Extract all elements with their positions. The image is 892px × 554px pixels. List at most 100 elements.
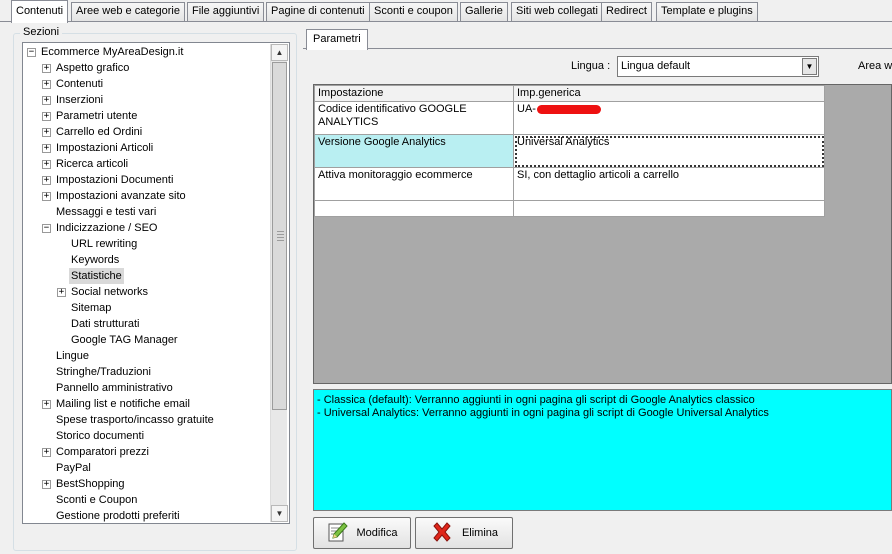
- tree-item[interactable]: Lingue: [23, 348, 269, 364]
- tree-item[interactable]: + BestShopping: [23, 476, 269, 492]
- expand-plus-icon[interactable]: +: [42, 480, 51, 489]
- tree-item-label: Parametri utente: [56, 110, 138, 122]
- scroll-thumb[interactable]: [272, 62, 287, 410]
- value-cell[interactable]: SI, con dettaglio articoli a carrello: [513, 167, 825, 201]
- tab-redirect[interactable]: Redirect: [601, 2, 652, 21]
- tab-template-e-plugins[interactable]: Template e plugins: [656, 2, 758, 21]
- description-box: - Classica (default): Verranno aggiunti …: [313, 389, 892, 511]
- tree-item-label: Stringhe/Traduzioni: [56, 366, 151, 378]
- collapse-minus-icon[interactable]: −: [42, 224, 51, 233]
- tree-item-label: Contenuti: [56, 78, 104, 90]
- settings-grid-area: Impostazione Imp.generica Codice identif…: [313, 84, 892, 384]
- tree-item[interactable]: − Ecommerce MyAreaDesign.it: [23, 44, 269, 60]
- tree-item[interactable]: PayPal: [23, 460, 269, 476]
- parametri-tabstrip: [303, 28, 892, 49]
- tree-item[interactable]: + Carrello ed Ordini: [23, 124, 269, 140]
- tree-item[interactable]: + Ricerca articoli: [23, 156, 269, 172]
- tree-item-label: PayPal: [56, 462, 91, 474]
- tree-item[interactable]: Google TAG Manager: [23, 332, 269, 348]
- expand-plus-icon[interactable]: +: [42, 128, 51, 137]
- tree-item[interactable]: + Aspetto grafico: [23, 60, 269, 76]
- tree-item[interactable]: + Impostazioni Articoli: [23, 140, 269, 156]
- table-row[interactable]: Codice identificativo GOOGLE ANALYTICS U…: [314, 101, 825, 135]
- scroll-down-button[interactable]: ▼: [271, 505, 288, 522]
- scroll-up-button[interactable]: ▲: [271, 44, 288, 61]
- tree-item[interactable]: Storico documenti: [23, 428, 269, 444]
- collapse-minus-icon[interactable]: −: [27, 48, 36, 57]
- value-cell[interactable]: UA-: [513, 101, 825, 135]
- expand-plus-icon[interactable]: +: [42, 160, 51, 169]
- tree-item[interactable]: + Impostazioni avanzate sito: [23, 188, 269, 204]
- tree-item[interactable]: Spese trasporto/incasso gratuite: [23, 412, 269, 428]
- tree-item[interactable]: Sconti e Coupon: [23, 492, 269, 508]
- expand-plus-icon[interactable]: +: [42, 112, 51, 121]
- tree-item[interactable]: + Impostazioni Documenti: [23, 172, 269, 188]
- tree-item[interactable]: + Contenuti: [23, 76, 269, 92]
- setting-cell-selected[interactable]: Versione Google Analytics: [314, 134, 514, 168]
- tree-item[interactable]: URL rewriting: [23, 236, 269, 252]
- table-row[interactable]: Attiva monitoraggio ecommerce SI, con de…: [314, 167, 825, 201]
- tree-item[interactable]: + Inserzioni: [23, 92, 269, 108]
- setting-cell[interactable]: Attiva monitoraggio ecommerce: [314, 167, 514, 201]
- expand-plus-icon[interactable]: +: [42, 400, 51, 409]
- table-row-empty[interactable]: [314, 200, 825, 217]
- tree-item[interactable]: Statistiche: [23, 268, 269, 284]
- tree-item-label: Google TAG Manager: [71, 334, 178, 346]
- tree-item-label: Statistiche: [69, 268, 124, 284]
- tree-item-label: Pannello amministrativo: [56, 382, 173, 394]
- tree-item[interactable]: + Comparatori prezzi: [23, 444, 269, 460]
- column-header-impostazione[interactable]: Impostazione: [314, 85, 514, 102]
- lingua-select[interactable]: Lingua default ▼: [617, 56, 819, 77]
- value-cell[interactable]: [513, 200, 825, 217]
- tree-item-label: Social networks: [71, 286, 149, 298]
- tree-item-label: Spese trasporto/incasso gratuite: [56, 414, 214, 426]
- tree-item[interactable]: Keywords: [23, 252, 269, 268]
- tree-item-label: Aspetto grafico: [56, 62, 130, 74]
- tree-item[interactable]: + Parametri utente: [23, 108, 269, 124]
- tree-item[interactable]: Dati strutturati: [23, 316, 269, 332]
- expand-plus-icon[interactable]: +: [42, 64, 51, 73]
- tree-item[interactable]: Gestione prodotti preferiti: [23, 508, 269, 523]
- tree-item[interactable]: Sitemap: [23, 300, 269, 316]
- tree-item[interactable]: Stringhe/Traduzioni: [23, 364, 269, 380]
- expand-plus-icon[interactable]: +: [42, 192, 51, 201]
- setting-cell[interactable]: Codice identificativo GOOGLE ANALYTICS: [314, 101, 514, 135]
- expand-plus-icon[interactable]: +: [42, 448, 51, 457]
- column-header-imp-generica[interactable]: Imp.generica: [513, 85, 825, 102]
- expand-plus-icon[interactable]: +: [42, 80, 51, 89]
- tab-sconti-e-coupon[interactable]: Sconti e coupon: [369, 2, 458, 21]
- lingua-select-value: Lingua default: [621, 60, 691, 72]
- expand-plus-icon[interactable]: +: [42, 96, 51, 105]
- modifica-button[interactable]: Modifica: [313, 517, 411, 549]
- elimina-button[interactable]: Elimina: [415, 517, 513, 549]
- setting-cell[interactable]: [314, 200, 514, 217]
- tree-item-label: Dati strutturati: [71, 318, 140, 330]
- chevron-down-icon[interactable]: ▼: [802, 58, 817, 75]
- expand-plus-icon[interactable]: +: [42, 176, 51, 185]
- tree-item[interactable]: Pannello amministrativo: [23, 380, 269, 396]
- tree-item[interactable]: + Mailing list e notifiche email: [23, 396, 269, 412]
- tree-item-label: Lingue: [56, 350, 90, 362]
- expand-plus-icon[interactable]: +: [57, 288, 66, 297]
- tree-item-label: Ecommerce MyAreaDesign.it: [41, 46, 184, 58]
- table-row[interactable]: Versione Google Analytics Universal Anal…: [314, 134, 825, 168]
- description-line: - Classica (default): Verranno aggiunti …: [317, 394, 755, 406]
- tree-scrollbar[interactable]: ▲ ▼: [270, 44, 288, 522]
- tab-parametri[interactable]: Parametri: [306, 29, 368, 50]
- area-web-label: Area w: [858, 60, 892, 72]
- tab-contenuti[interactable]: Contenuti: [11, 0, 69, 23]
- tab-pagine-di-contenuti[interactable]: Pagine di contenuti: [266, 2, 370, 21]
- tree-item[interactable]: − Indicizzazione / SEO: [23, 220, 269, 236]
- tree-item[interactable]: + Social networks: [23, 284, 269, 300]
- tab-aree-web-e-categorie[interactable]: Aree web e categorie: [71, 2, 185, 21]
- tab-gallerie[interactable]: Gallerie: [460, 2, 508, 21]
- tab-siti-web-collegati[interactable]: Siti web collegati: [511, 2, 603, 21]
- tab-file-aggiuntivi[interactable]: File aggiuntivi: [187, 2, 265, 21]
- delete-x-icon: [430, 520, 454, 547]
- expand-plus-icon[interactable]: +: [42, 144, 51, 153]
- sections-tree[interactable]: − Ecommerce MyAreaDesign.it + Aspetto grafi…: [22, 42, 290, 524]
- value-cell-selected[interactable]: Universal Analytics: [513, 134, 825, 168]
- tree-item[interactable]: Messaggi e testi vari: [23, 204, 269, 220]
- tree-item-label: Carrello ed Ordini: [56, 126, 143, 138]
- tree-item-label: Messaggi e testi vari: [56, 206, 157, 218]
